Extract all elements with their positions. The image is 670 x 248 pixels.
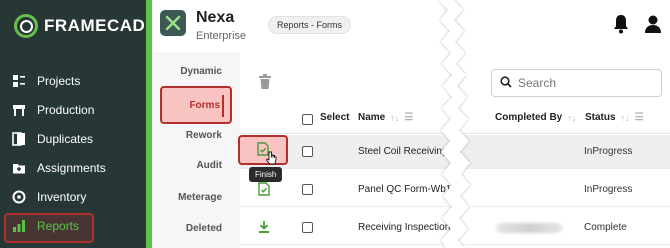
column-label: Name xyxy=(358,112,386,123)
breadcrumb[interactable]: Reports - Forms xyxy=(268,16,352,34)
production-icon xyxy=(12,103,26,117)
subnav-label: Forms xyxy=(189,99,220,111)
subnav-item-meterage[interactable]: Meterage xyxy=(178,192,222,203)
nav-item-projects[interactable]: Projects xyxy=(0,66,146,95)
row-checkbox[interactable] xyxy=(302,184,313,195)
nav-label: Reports xyxy=(37,218,80,233)
status-value: InProgress xyxy=(584,146,633,157)
redacted-completed-by xyxy=(496,223,562,233)
nav-label: Inventory xyxy=(37,189,87,204)
bell-icon[interactable] xyxy=(612,14,630,37)
column-menu-icon[interactable]: ☰ xyxy=(404,112,413,123)
row-checkbox[interactable] xyxy=(302,146,313,157)
subnav-item-forms[interactable]: Forms xyxy=(160,86,232,124)
download-icon xyxy=(258,221,270,237)
nav-label: Production xyxy=(37,102,95,117)
trash-icon[interactable] xyxy=(258,74,272,93)
reports-subnav: Dynamic Forms Rework Audit Meterage Dele… xyxy=(152,52,240,248)
row-checkbox[interactable] xyxy=(302,222,313,233)
subnav-item-audit[interactable]: Audit xyxy=(196,160,222,171)
framecad-logo[interactable]: FRAMECAD xyxy=(14,14,145,38)
nav-item-inventory[interactable]: Inventory xyxy=(0,182,146,211)
nexa-app-icon[interactable] xyxy=(160,10,186,36)
search-box[interactable]: ✕ xyxy=(491,69,670,97)
nav-label: Assignments xyxy=(37,160,106,175)
nav-item-production[interactable]: Production xyxy=(0,95,146,124)
nav-item-duplicates[interactable]: Duplicates xyxy=(0,124,146,153)
user-icon[interactable] xyxy=(644,14,662,37)
app-title: Nexa xyxy=(196,9,235,26)
main-sidebar: FRAMECAD Projects Production Duplicates … xyxy=(0,0,146,248)
subnav-item-deleted[interactable]: Deleted xyxy=(186,223,222,234)
column-header-name[interactable]: Name ↑↓ ☰ xyxy=(358,112,413,123)
select-all-checkbox[interactable] xyxy=(302,114,313,125)
column-header-status[interactable]: Status ↑↓ ☰ xyxy=(585,112,644,123)
column-label: Completed By xyxy=(495,112,563,123)
column-header-select: Select xyxy=(320,112,349,123)
subnav-item-rework[interactable]: Rework xyxy=(186,130,222,141)
logo-mark-icon xyxy=(14,14,38,38)
finish-document-icon xyxy=(258,182,270,199)
reports-icon xyxy=(12,219,26,233)
main-nav: Projects Production Duplicates Assignmen… xyxy=(0,66,146,243)
sort-icon[interactable]: ↑↓ xyxy=(567,113,576,123)
finish-button[interactable] xyxy=(258,182,270,199)
column-header-completed-by[interactable]: Completed By ↑↓ xyxy=(495,112,576,123)
nav-label: Duplicates xyxy=(37,131,94,146)
nav-label: Projects xyxy=(37,73,81,88)
nav-item-assignments[interactable]: Assignments xyxy=(0,153,146,182)
assignments-icon xyxy=(12,161,26,175)
status-value: Complete xyxy=(584,222,627,233)
duplicates-icon xyxy=(12,131,26,146)
logo-text: FRAMECAD xyxy=(44,16,146,35)
download-button[interactable] xyxy=(258,220,270,237)
search-icon xyxy=(500,75,512,91)
cursor-pointer-icon xyxy=(266,151,277,168)
nav-item-reports[interactable]: Reports xyxy=(0,211,146,243)
sort-icon[interactable]: ↑↓ xyxy=(390,113,399,123)
column-label: Select xyxy=(320,112,350,123)
search-input[interactable] xyxy=(518,76,670,90)
inventory-icon xyxy=(12,190,26,204)
app-subtitle: Enterprise xyxy=(196,30,247,42)
subnav-item-dynamic[interactable]: Dynamic xyxy=(180,66,222,77)
torn-edge-divider xyxy=(438,0,470,248)
sort-icon[interactable]: ↑↓ xyxy=(621,113,630,123)
finish-button[interactable] xyxy=(238,135,288,165)
top-header: Nexa Enterprise Reports - Forms xyxy=(152,0,670,52)
projects-icon xyxy=(12,74,26,88)
status-value: InProgress xyxy=(584,184,633,195)
column-label: Status xyxy=(585,112,616,123)
column-menu-icon[interactable]: ☰ xyxy=(635,112,644,123)
finish-tooltip: Finish xyxy=(249,167,283,182)
